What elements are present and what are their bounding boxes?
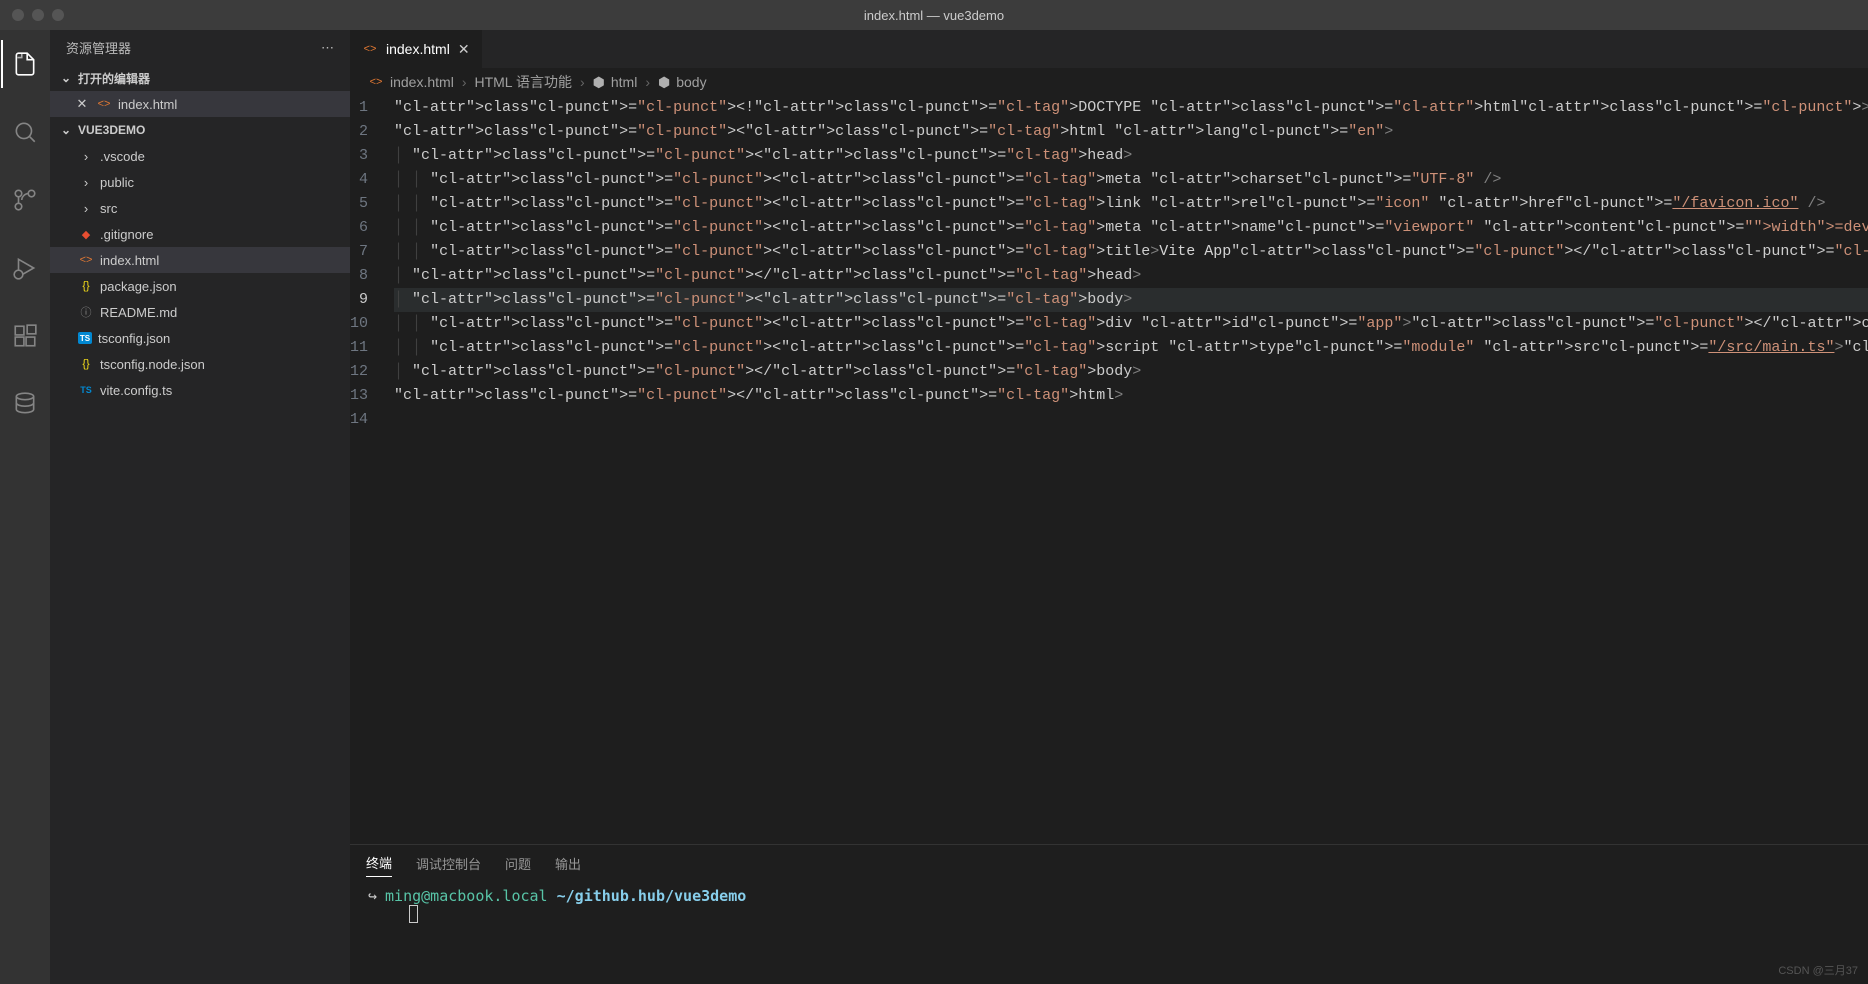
chevron-right-icon: › — [462, 74, 467, 90]
chevron-down-icon: ⌄ — [58, 71, 74, 85]
editor-area: <> index.html ✕ <>index.html › HTML 语言功能… — [350, 30, 1868, 984]
extensions-icon[interactable] — [1, 312, 49, 360]
code-editor[interactable]: 1234567891011121314 "cl-attr">class"cl-p… — [350, 96, 1868, 844]
symbol-icon: ⬢ — [658, 74, 670, 91]
tab-bar: <> index.html ✕ — [350, 30, 1868, 68]
json-file-icon: {} — [78, 356, 94, 372]
chevron-right-icon: › — [78, 175, 94, 190]
folder-item[interactable]: ›.vscode — [50, 143, 350, 169]
git-file-icon: ◆ — [78, 226, 94, 242]
close-icon[interactable]: ✕ — [74, 96, 90, 112]
html-file-icon: <> — [362, 41, 378, 57]
file-item[interactable]: <>index.html — [50, 247, 350, 273]
file-item[interactable]: ⓘREADME.md — [50, 299, 350, 325]
source-control-icon[interactable] — [1, 176, 49, 224]
database-icon[interactable] — [1, 380, 49, 428]
open-editors-header[interactable]: ⌄ 打开的编辑器 — [50, 65, 350, 91]
folder-item[interactable]: ›src — [50, 195, 350, 221]
terminal-tab[interactable]: 问题 — [505, 850, 531, 877]
code-content[interactable]: "cl-attr">class"cl-punct">="cl-punct"><!… — [386, 96, 1868, 844]
activity-bar — [0, 30, 50, 984]
terminal-tab[interactable]: 终端 — [366, 849, 392, 877]
close-tab-icon[interactable]: ✕ — [458, 41, 470, 58]
chevron-down-icon: ⌄ — [58, 123, 74, 137]
titlebar: index.html — vue3demo — [0, 0, 1868, 30]
file-item[interactable]: ◆.gitignore — [50, 221, 350, 247]
terminal-cursor — [409, 905, 418, 923]
info-file-icon: ⓘ — [78, 304, 94, 320]
open-editor-item[interactable]: ✕ <> index.html — [50, 91, 350, 117]
html-file-icon: <> — [78, 252, 94, 268]
explorer-title: 资源管理器 — [66, 38, 131, 57]
maximize-window-button[interactable] — [52, 9, 64, 21]
chevron-right-icon: › — [78, 201, 94, 216]
folder-item[interactable]: ›public — [50, 169, 350, 195]
ts-file-icon: TS — [78, 382, 94, 398]
json-file-icon: {} — [78, 278, 94, 294]
close-window-button[interactable] — [12, 9, 24, 21]
sidebar: 资源管理器 ⋯ ⌄ 打开的编辑器 ✕ <> index.html ⌄ VUE3D… — [50, 30, 350, 984]
terminal-tab[interactable]: 输出 — [555, 850, 581, 877]
chevron-right-icon: › — [580, 74, 585, 90]
terminal-panel: 终端调试控制台问题输出 ↪ ming@macbook.local ~/githu… — [350, 844, 1868, 984]
file-item[interactable]: TStsconfig.json — [50, 325, 350, 351]
search-icon[interactable] — [1, 108, 49, 156]
html-file-icon: <> — [368, 74, 384, 90]
file-item[interactable]: TSvite.config.ts — [50, 377, 350, 403]
terminal-tabs: 终端调试控制台问题输出 — [350, 845, 1868, 881]
symbol-icon: ⬢ — [593, 74, 605, 91]
minimize-window-button[interactable] — [32, 9, 44, 21]
more-actions-icon[interactable]: ⋯ — [321, 40, 334, 56]
project-header[interactable]: ⌄ VUE3DEMO — [50, 117, 350, 143]
file-item[interactable]: {}tsconfig.node.json — [50, 351, 350, 377]
line-numbers: 1234567891011121314 — [350, 96, 386, 844]
html-file-icon: <> — [96, 96, 112, 112]
file-item[interactable]: {}package.json — [50, 273, 350, 299]
terminal-tab[interactable]: 调试控制台 — [416, 850, 481, 877]
window-title: index.html — vue3demo — [864, 8, 1004, 23]
explorer-icon[interactable] — [1, 40, 49, 88]
ts-file-icon: TS — [78, 332, 92, 344]
window-controls — [0, 9, 64, 21]
debug-icon[interactable] — [1, 244, 49, 292]
file-tree: ›.vscode›public›src◆.gitignore<>index.ht… — [50, 143, 350, 984]
chevron-right-icon: › — [78, 149, 94, 164]
terminal-content[interactable]: ↪ ming@macbook.local ~/github.hub/vue3de… — [350, 881, 1868, 984]
breadcrumbs[interactable]: <>index.html › HTML 语言功能 › ⬢html › ⬢body — [350, 68, 1868, 96]
editor-tab[interactable]: <> index.html ✕ — [350, 30, 483, 68]
prompt-icon: ↪ — [368, 887, 377, 905]
chevron-right-icon: › — [645, 74, 650, 90]
watermark: CSDN @三月37 — [1778, 962, 1858, 978]
